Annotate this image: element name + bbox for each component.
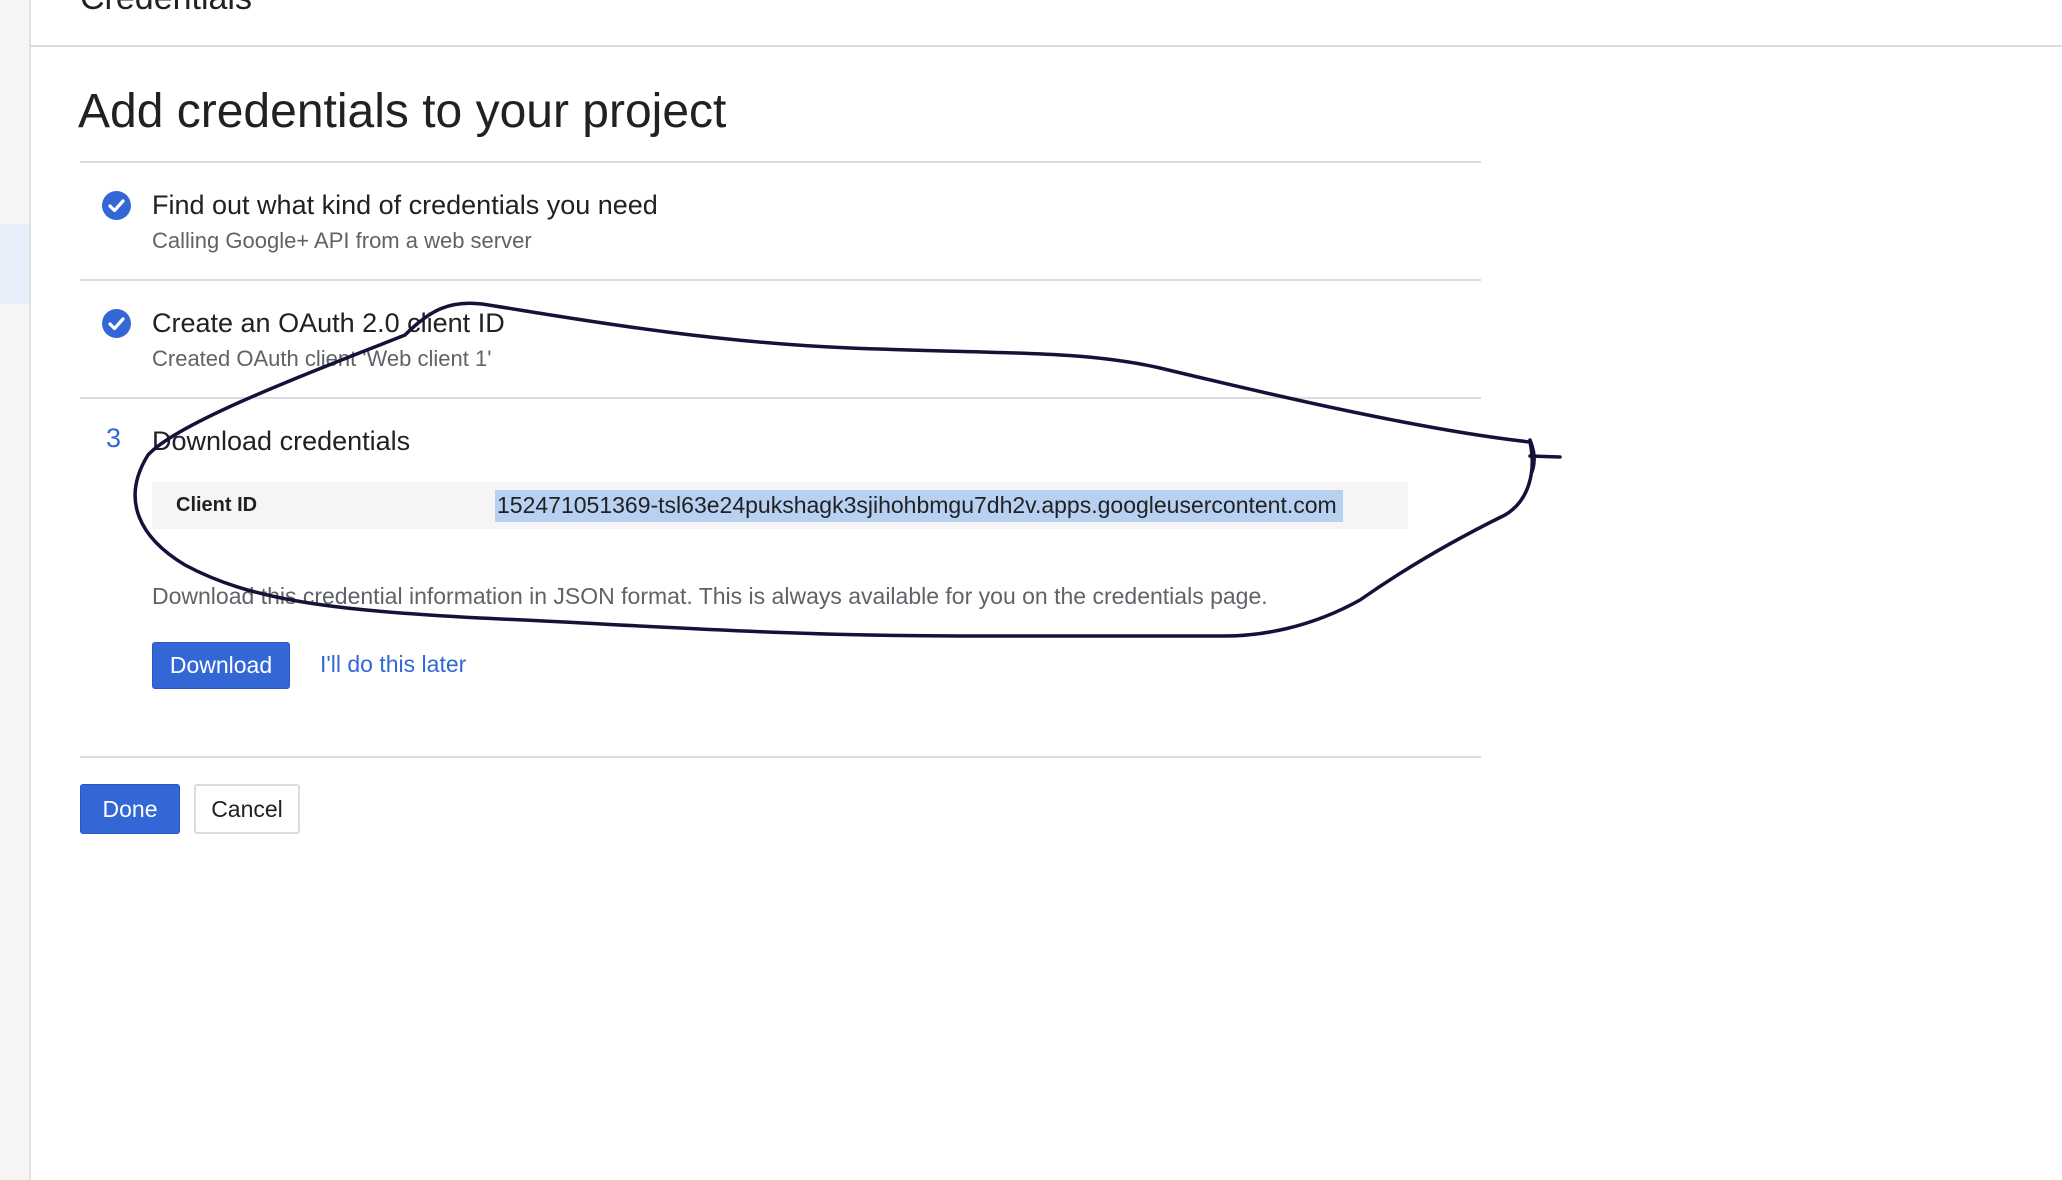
divider: [80, 161, 1481, 163]
divider: [80, 756, 1481, 758]
step-3-number: 3: [106, 423, 122, 453]
cancel-button[interactable]: Cancel: [194, 784, 300, 834]
step-2-subtitle: Created OAuth client 'Web client 1': [152, 346, 492, 371]
done-button[interactable]: Done: [80, 784, 180, 834]
step-1-title[interactable]: Find out what kind of credentials you ne…: [152, 190, 658, 221]
left-nav-active-item[interactable]: [0, 224, 29, 304]
divider: [80, 279, 1481, 281]
download-info-text: Download this credential information in …: [152, 583, 1268, 609]
step-1-subtitle: Calling Google+ API from a web server: [152, 228, 532, 253]
check-circle-icon: [102, 191, 131, 220]
client-id-value[interactable]: 152471051369-tsl63e24pukshagk3sjihohbmgu…: [495, 490, 1343, 522]
page: Credentials Add credentials to your proj…: [0, 0, 2062, 1180]
do-later-link[interactable]: I'll do this later: [320, 651, 466, 678]
client-id-row: Client ID 152471051369-tsl63e24pukshagk3…: [152, 482, 1408, 529]
divider: [80, 397, 1481, 399]
step-3-title: Download credentials: [152, 426, 411, 456]
download-button[interactable]: Download: [152, 642, 290, 689]
top-header: Credentials: [31, 0, 2062, 47]
page-title: Add credentials to your project: [78, 85, 727, 138]
client-id-label: Client ID: [176, 494, 258, 516]
step-2-title[interactable]: Create an OAuth 2.0 client ID: [152, 308, 505, 339]
check-circle-icon: [102, 309, 131, 338]
header-title: Credentials: [80, 0, 252, 18]
left-nav-rail: [0, 0, 31, 1180]
